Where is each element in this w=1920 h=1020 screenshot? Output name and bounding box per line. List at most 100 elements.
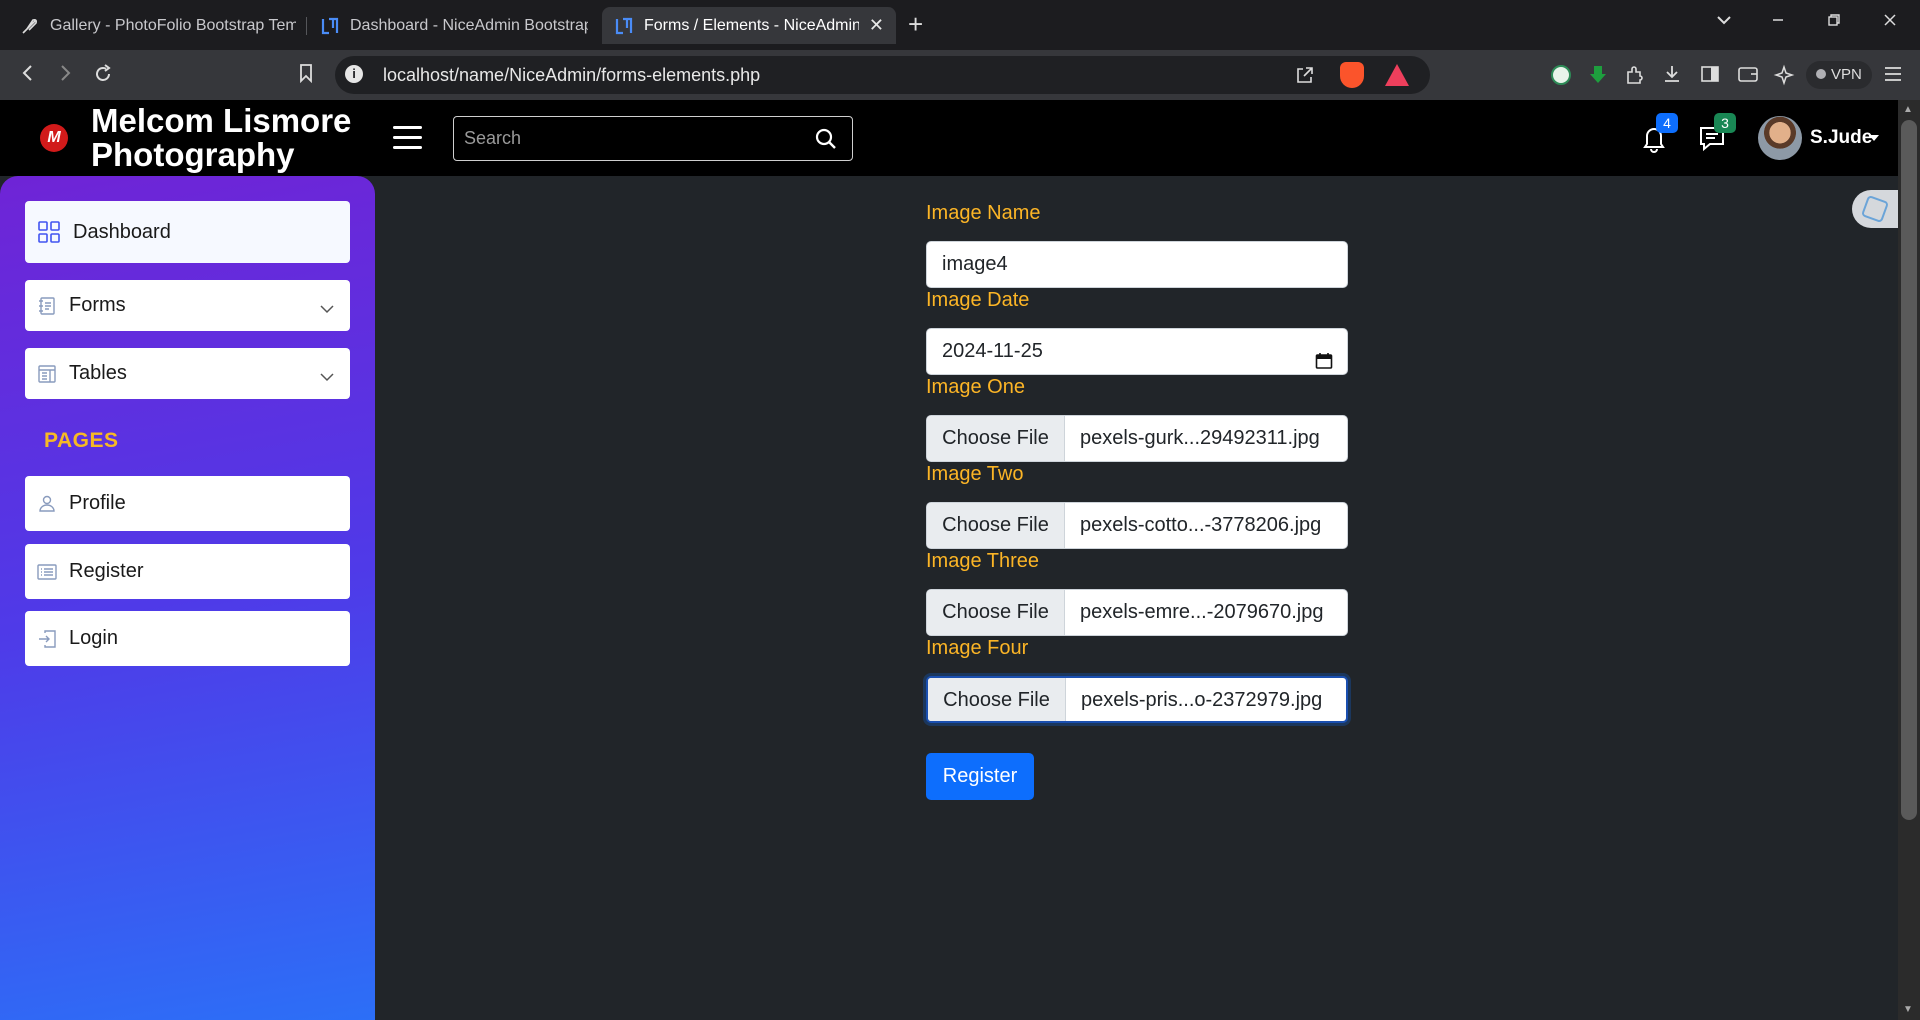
sidebar-item-dashboard[interactable]: Dashboard [25, 201, 350, 263]
image-two-label: Image Two [926, 463, 1024, 485]
tab-title: Gallery - PhotoFolio Bootstrap Temp [50, 16, 296, 34]
messages-chat-icon[interactable]: 3 [1696, 113, 1736, 154]
search-input[interactable] [454, 117, 804, 160]
selected-file-name: pexels-pris...o-2372979.jpg [1081, 689, 1323, 711]
sidebar-item-label: Register [69, 560, 144, 582]
sidebar-item-tables[interactable]: Tables [25, 348, 350, 399]
sidebar: Dashboard Forms Tables PAGES Profile Reg… [0, 176, 375, 1020]
search-bar [453, 116, 853, 161]
choose-file-button[interactable]: Choose File [928, 678, 1066, 721]
journal-text-icon [35, 294, 59, 318]
downloads-icon[interactable] [1662, 64, 1682, 89]
brand-title[interactable]: Melcom Lismore Photography [91, 104, 351, 172]
tab-separator [306, 17, 307, 35]
forward-icon[interactable] [55, 63, 75, 87]
close-window-icon[interactable] [1882, 12, 1898, 33]
app-header: M Melcom Lismore Photography 4 3 S.Jude [0, 100, 1898, 176]
user-dropdown-caret-icon[interactable] [1869, 135, 1879, 141]
image-one-label: Image One [926, 376, 1025, 398]
choose-file-button[interactable]: Choose File [927, 590, 1065, 635]
bookmark-icon[interactable] [297, 63, 315, 87]
user-avatar[interactable] [1758, 116, 1802, 160]
selected-file-name: pexels-emre...-2079670.jpg [1080, 601, 1324, 623]
image-name-label: Image Name [926, 202, 1041, 224]
image-date-label: Image Date [926, 289, 1030, 311]
share-icon[interactable] [1295, 65, 1315, 90]
sidebar-item-label: Tables [69, 362, 127, 384]
browser-tab-forms[interactable]: Forms / Elements - NiceAdmin ✕ [602, 7, 896, 44]
vpn-label: VPN [1831, 66, 1862, 83]
image-four-label: Image Four [926, 637, 1029, 659]
sidebar-item-register[interactable]: Register [25, 544, 350, 599]
toggle-sidebar-icon[interactable] [393, 126, 422, 150]
choose-file-button[interactable]: Choose File [927, 416, 1065, 461]
back-icon[interactable] [18, 63, 38, 87]
vpn-button[interactable]: VPN [1806, 61, 1872, 89]
browser-tab-gallery[interactable]: Gallery - PhotoFolio Bootstrap Temp [8, 7, 308, 44]
sidebar-toggle-icon[interactable] [1700, 64, 1720, 89]
calendar-icon[interactable] [1315, 342, 1333, 369]
brave-rewards-icon[interactable] [1385, 64, 1409, 86]
selected-file-name: pexels-cotto...-3778206.jpg [1080, 514, 1322, 536]
search-icon[interactable] [814, 127, 838, 151]
scroll-up-arrow-icon[interactable]: ▲ [1903, 104, 1913, 115]
messages-badge: 3 [1714, 113, 1736, 133]
sidebar-item-forms[interactable]: Forms [25, 280, 350, 331]
image-date-value: 2024-11-25 [942, 340, 1043, 362]
floating-extension-widget[interactable] [1852, 190, 1898, 228]
brave-shields-icon[interactable] [1340, 62, 1364, 88]
download-extension-icon[interactable] [1588, 64, 1608, 91]
new-tab-icon[interactable]: + [908, 11, 923, 37]
image-date-input[interactable]: 2024-11-25 [926, 328, 1348, 375]
browser-toolbar: i localhost/name/NiceAdmin/forms-element… [0, 50, 1920, 100]
feather-icon [20, 16, 40, 36]
niceadmin-logo-icon [614, 16, 634, 36]
image-one-file-input[interactable]: Choose File pexels-gurk...29492311.jpg [926, 415, 1348, 462]
tab-search-chevron-icon[interactable] [1716, 12, 1732, 33]
browser-tab-bar: Gallery - PhotoFolio Bootstrap Temp Dash… [0, 0, 1920, 50]
grammar-extension-icon[interactable] [1550, 64, 1572, 91]
address-bar[interactable]: i localhost/name/NiceAdmin/forms-element… [335, 56, 1430, 94]
image-name-input[interactable]: image4 [926, 241, 1348, 288]
image-four-file-input[interactable]: Choose File pexels-pris...o-2372979.jpg [926, 676, 1348, 723]
selected-file-name: pexels-gurk...29492311.jpg [1080, 427, 1320, 449]
wallet-icon[interactable] [1737, 64, 1759, 89]
close-tab-icon[interactable]: ✕ [869, 15, 884, 36]
layout-text-window-icon [35, 362, 59, 386]
notifications-badge: 4 [1656, 113, 1678, 133]
choose-file-button[interactable]: Choose File [927, 503, 1065, 548]
tab-title: Forms / Elements - NiceAdmin [644, 16, 859, 34]
restore-icon[interactable] [1826, 12, 1842, 33]
scroll-down-arrow-icon[interactable]: ▼ [1903, 1004, 1913, 1015]
leo-ai-icon[interactable] [1773, 64, 1795, 91]
image-two-file-input[interactable]: Choose File pexels-cotto...-3778206.jpg [926, 502, 1348, 549]
user-name[interactable]: S.Jude [1810, 127, 1872, 149]
sidebar-item-label: Dashboard [73, 220, 171, 243]
niceadmin-logo-icon [320, 16, 340, 36]
sidebar-item-label: Forms [69, 294, 126, 316]
chevron-down-icon [320, 367, 334, 381]
register-submit-button[interactable]: Register [926, 753, 1034, 800]
card-list-icon [35, 560, 59, 584]
vpn-status-icon [1816, 69, 1826, 79]
brand-line-1: Melcom Lismore [91, 102, 352, 139]
minimize-icon[interactable] [1770, 12, 1786, 33]
browser-tab-dashboard[interactable]: Dashboard - NiceAdmin Bootstrap T [308, 7, 600, 44]
box-arrow-in-right-icon [35, 627, 59, 651]
notifications-bell-icon[interactable]: 4 [1638, 113, 1678, 154]
sidebar-item-label: Profile [69, 492, 126, 514]
pages-section-heading: PAGES [44, 429, 119, 452]
reload-icon[interactable] [92, 63, 114, 89]
page-scrollbar-thumb[interactable] [1901, 120, 1917, 820]
image-three-file-input[interactable]: Choose File pexels-emre...-2079670.jpg [926, 589, 1348, 636]
sidebar-item-login[interactable]: Login [25, 611, 350, 666]
chevron-down-icon [320, 299, 334, 313]
cube-icon [1860, 194, 1890, 224]
extensions-icon[interactable] [1624, 64, 1646, 91]
sidebar-item-profile[interactable]: Profile [25, 476, 350, 531]
url-text[interactable]: localhost/name/NiceAdmin/forms-elements.… [383, 65, 760, 86]
brand-logo-icon[interactable]: M [40, 124, 68, 152]
browser-menu-icon[interactable] [1883, 64, 1903, 89]
grid-icon [37, 220, 61, 244]
site-info-icon[interactable]: i [345, 65, 363, 83]
